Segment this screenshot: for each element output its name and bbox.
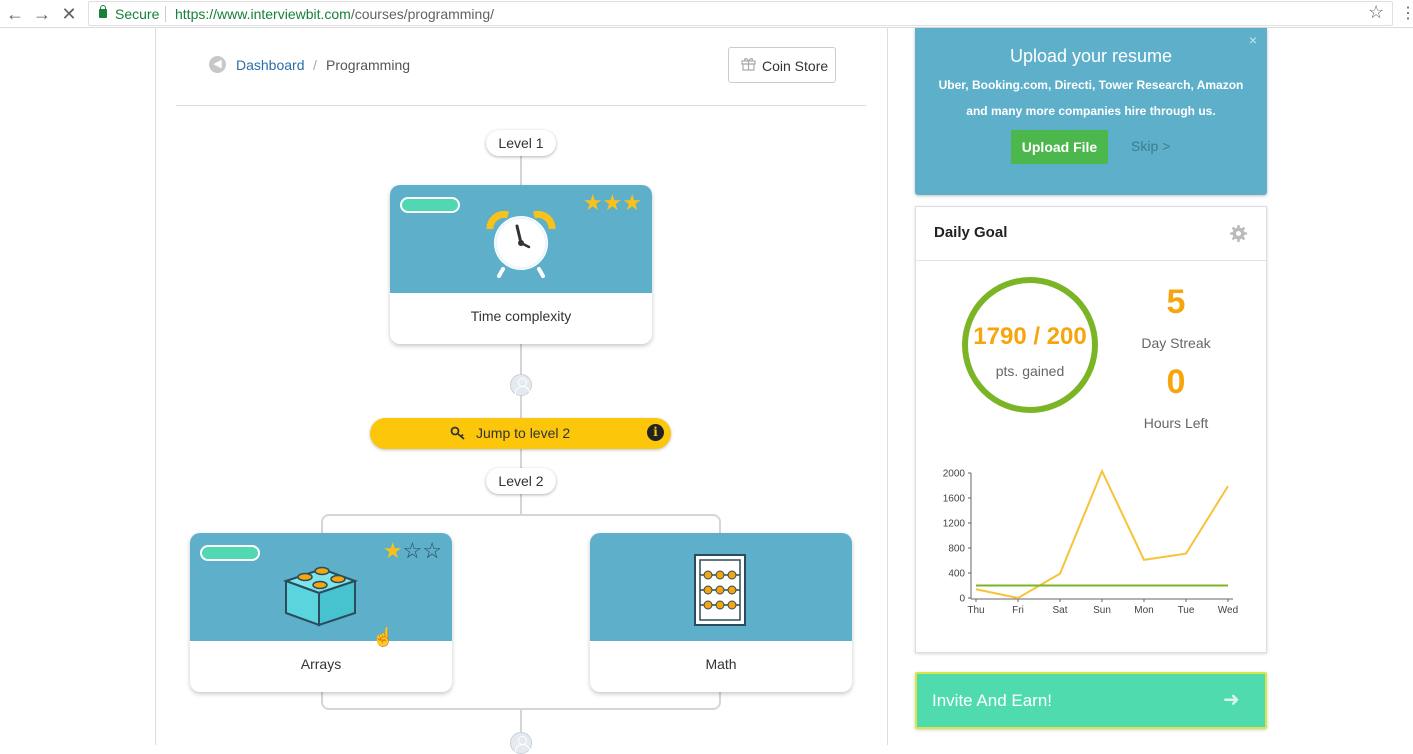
gift-icon (741, 58, 756, 71)
y-tick-label: 800 (948, 544, 965, 555)
x-tick-label: Fri (1012, 605, 1024, 616)
forward-arrow-icon[interactable]: → (31, 3, 53, 25)
user-avatar-icon (510, 374, 532, 396)
upload-subtitle: Uber, Booking.com, Directi, Tower Resear… (938, 78, 1244, 118)
daily-goal-panel: Daily Goal 1790 / 200 pts. gained 5 Day … (915, 206, 1267, 653)
back-arrow-icon[interactable]: ← (4, 3, 26, 25)
upload-file-button[interactable]: Upload File (1011, 130, 1108, 164)
skip-link[interactable]: Skip > (1131, 138, 1170, 154)
points-value: 1790 / 200 (973, 323, 1087, 350)
header-divider (176, 105, 866, 106)
gear-icon[interactable] (1230, 225, 1247, 242)
x-tick-label: Mon (1134, 605, 1153, 616)
x-tick-label: Tue (1178, 605, 1195, 616)
x-tick-label: Wed (1218, 605, 1238, 616)
url-text[interactable]: https://www.interviewbit.com/courses/pro… (175, 6, 494, 22)
abacus-icon (694, 554, 746, 626)
y-tick-label: 1600 (943, 494, 966, 505)
kebab-menu-icon[interactable]: ⋮ (1400, 3, 1413, 23)
breadcrumb-current: Programming (326, 57, 411, 73)
back-circle-icon[interactable]: ◀ (209, 56, 226, 73)
upload-title: Upload your resume (1009, 46, 1173, 66)
invite-and-earn-button[interactable]: Invite And Earn! ➜ (915, 672, 1267, 729)
y-tick-label: 400 (948, 569, 965, 580)
coin-store-label: Coin Store (762, 58, 829, 74)
y-tick-label: 0 (959, 594, 965, 605)
invite-label: Invite And Earn! (932, 691, 1053, 710)
hours-left-value: 0 (1166, 363, 1186, 401)
browser-toolbar: ← → ✕ Secure https://www.interviewbit.co… (0, 0, 1413, 28)
topic-card-math[interactable]: Math (590, 533, 852, 692)
x-tick-label: Thu (967, 605, 984, 616)
day-streak-label: Day Streak (1141, 335, 1211, 351)
hand-cursor-icon: ☝ (372, 627, 395, 647)
key-icon (450, 426, 465, 440)
secure-label: Secure (115, 6, 160, 22)
points-series-line (975, 468, 1229, 600)
points-label: pts. gained (995, 363, 1065, 379)
hours-left-label: Hours Left (1143, 415, 1209, 431)
points-progress-ring: 1790 / 200 pts. gained (962, 277, 1098, 413)
stop-loading-icon[interactable]: ✕ (58, 3, 80, 25)
info-icon[interactable]: i (647, 424, 664, 441)
topic-title: Arrays (300, 656, 342, 672)
topic-title: Math (705, 656, 737, 672)
x-tick-label: Sun (1093, 605, 1111, 616)
y-tick-label: 2000 (943, 469, 966, 480)
bookmark-star-icon[interactable]: ☆ (1368, 2, 1384, 23)
lock-icon (99, 5, 107, 18)
day-streak-value: 5 (1166, 283, 1186, 321)
topic-card-arrays[interactable]: ★☆☆ Arrays (190, 533, 452, 692)
topic-card-time-complexity[interactable]: ★★★ Time complexity (390, 185, 652, 344)
upload-resume-banner: × Upload your resume Uber, Booking.com, … (915, 28, 1267, 195)
x-tick-label: Sat (1052, 605, 1067, 616)
coin-store-button[interactable]: Coin Store (728, 47, 836, 83)
lego-brick-icon (282, 566, 359, 627)
level-2-badge: Level 2 (486, 468, 556, 494)
user-avatar-icon (510, 732, 532, 754)
jump-to-level-button[interactable]: Jump to level 2 i (370, 418, 671, 449)
alarm-clock-icon (486, 210, 556, 278)
daily-goal-title: Daily Goal (934, 224, 1008, 241)
breadcrumb-dashboard-link[interactable]: Dashboard (236, 57, 305, 73)
level-1-badge: Level 1 (486, 130, 556, 156)
topic-title: Time complexity (470, 308, 572, 324)
address-bar[interactable]: Secure https://www.interviewbit.com/cour… (88, 1, 1393, 26)
jump-label: Jump to level 2 (476, 425, 571, 441)
breadcrumb-separator: / (313, 57, 317, 73)
y-tick-label: 1200 (943, 519, 966, 530)
arrow-right-icon: ➜ (1223, 689, 1240, 711)
weekly-points-chart: 0 400 800 1200 1600 2000 Thu Fri Sat Sun Mon Tue Wed (943, 468, 1238, 617)
